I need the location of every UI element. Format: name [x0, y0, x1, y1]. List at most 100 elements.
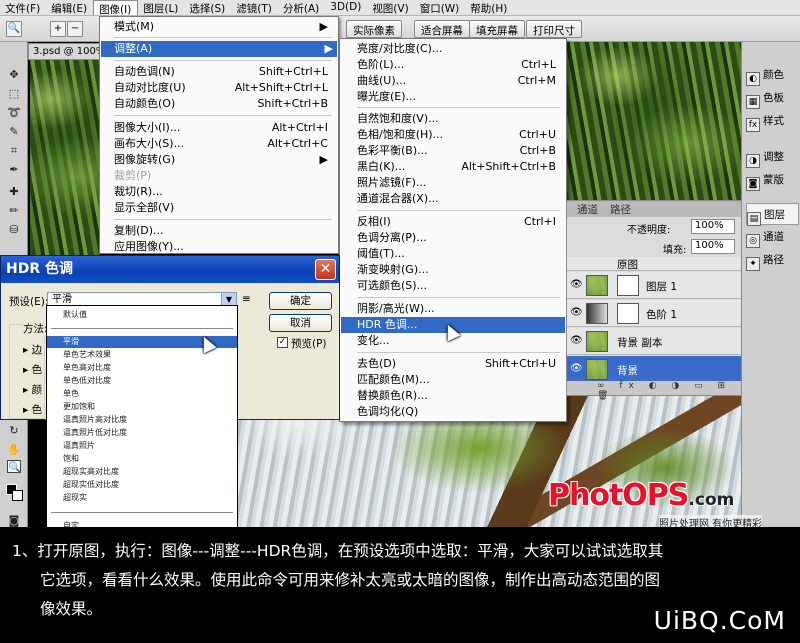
dock-adjustments[interactable]: ◑ 调整 — [746, 146, 799, 168]
rotate-view-icon[interactable]: ↻ — [7, 424, 21, 437]
menu-item-hue-saturation[interactable]: 色相/饱和度(H)... Ctrl+U — [357, 127, 560, 143]
menu-item-black-white[interactable]: 黑白(K)... Alt+Shift+Ctrl+B — [357, 159, 560, 175]
menu-item-replace-color[interactable]: 替换颜色(R)... — [357, 388, 560, 404]
menu-item-brightness[interactable]: 亮度/对比度(C)... — [357, 41, 560, 57]
fill-screen-button[interactable]: 填充屏幕 — [469, 20, 525, 38]
menu-filter[interactable]: 滤镜(T) — [231, 0, 278, 15]
layer-row-layer1[interactable]: 👁 图层 1 — [567, 272, 741, 299]
tab-channels[interactable]: 通道 — [571, 201, 604, 217]
hand-tool-icon[interactable]: ✋ — [7, 443, 21, 456]
menu-analysis[interactable]: 分析(A) — [278, 0, 325, 15]
menu-item-photo-filter[interactable]: 照片滤镜(F)... — [357, 175, 560, 191]
quick-mask-icon[interactable]: ◙ — [7, 514, 21, 527]
actual-pixels-button[interactable]: 实际像素 — [346, 20, 402, 38]
menu-edit[interactable]: 编辑(E) — [46, 0, 93, 15]
menu-item-selective-color[interactable]: 可选颜色(S)... — [357, 278, 560, 294]
menu-item-match-color[interactable]: 匹配颜色(M)... — [357, 372, 560, 388]
menu-window[interactable]: 窗口(W) — [415, 0, 466, 15]
preset-option[interactable]: 逼真照片 — [47, 440, 237, 452]
preset-option[interactable]: 更加饱和 — [47, 401, 237, 413]
quick-select-icon[interactable]: ✎ — [7, 125, 21, 138]
menu-item-apply-image[interactable]: 应用图像(Y)... — [114, 239, 332, 255]
menu-item-mode[interactable]: 模式(M) ▶ — [114, 19, 332, 35]
layer-row-background-copy[interactable]: 👁 背景 副本 — [567, 328, 741, 355]
preset-option[interactable]: 单色低对比度 — [47, 375, 237, 387]
menu-image[interactable]: 图像(I) — [93, 0, 139, 16]
clone-stamp-icon[interactable]: ⛁ — [7, 223, 21, 236]
menu-file[interactable]: 文件(F) — [0, 0, 46, 15]
menu-item-trim[interactable]: 裁切(R)... — [114, 184, 332, 200]
preset-option[interactable]: 超现实 — [47, 492, 237, 504]
move-tool-icon[interactable]: ✥ — [7, 68, 21, 81]
dock-layers[interactable]: ▤ 图层 — [746, 203, 799, 226]
preset-option[interactable]: 超现实高对比度 — [47, 466, 237, 478]
ok-button[interactable]: 确定 — [269, 292, 332, 310]
layer-row-levels1[interactable]: 👁 色阶 1 — [567, 300, 741, 327]
close-icon[interactable]: ✕ — [315, 259, 336, 280]
fill-input[interactable]: 100% — [691, 239, 735, 254]
section-toggle-2[interactable]: ▸ 色 — [23, 362, 42, 377]
menu-view[interactable]: 视图(V) — [367, 0, 414, 15]
menu-help[interactable]: 帮助(H) — [465, 0, 513, 15]
dock-swatches[interactable]: ▦ 色板 — [746, 87, 799, 109]
document-tab[interactable]: 3.psd @ 100% — [28, 43, 100, 60]
layer-row-background[interactable]: 👁 背景 — [567, 356, 741, 383]
menu-3d[interactable]: 3D(D) — [325, 0, 367, 15]
dock-color[interactable]: ◐ 颜色 — [746, 64, 799, 86]
menu-item-gradient-map[interactable]: 渐变映射(G)... — [357, 262, 560, 278]
eye-icon[interactable]: 👁 — [570, 363, 583, 375]
menu-item-levels[interactable]: 色阶(L)... Ctrl+L — [357, 57, 560, 73]
layers-footer-icons[interactable]: ∞ fx ◐ ◑ ▭ ⊞ 🗑 — [567, 381, 741, 401]
layer-row-original[interactable]: 原图 — [567, 257, 741, 271]
section-toggle-3[interactable]: ▸ 颜 — [23, 382, 42, 397]
preset-option[interactable]: 饱和 — [47, 453, 237, 465]
eyedropper-icon[interactable]: ✒ — [7, 163, 21, 176]
preset-option[interactable]: 单色高对比度 — [47, 362, 237, 374]
fit-screen-button[interactable]: 适合屏幕 — [414, 20, 470, 38]
crop-tool-icon[interactable]: ⌗ — [7, 144, 21, 157]
zoom-tool-icon-active[interactable]: 🔍 — [7, 460, 22, 474]
zoom-tool-icon[interactable]: 🔍 — [6, 21, 22, 37]
eye-icon[interactable]: 👁 — [570, 335, 583, 347]
section-toggle-1[interactable]: ▸ 边 — [23, 342, 42, 357]
menu-item-auto-tone[interactable]: 自动色调(N) Shift+Ctrl+L — [114, 64, 332, 80]
menu-layer[interactable]: 图层(L) — [138, 0, 184, 15]
brush-tool-icon[interactable]: ✏ — [7, 204, 21, 217]
dock-paths[interactable]: ✦ 路径 — [746, 249, 799, 271]
section-toggle-4[interactable]: ▸ 色 — [23, 402, 42, 417]
menu-item-color-balance[interactable]: 色彩平衡(B)... Ctrl+B — [357, 143, 560, 159]
menu-item-curves[interactable]: 曲线(U)... Ctrl+M — [357, 73, 560, 89]
menu-select[interactable]: 选择(S) — [184, 0, 231, 15]
preset-option[interactable]: 超现实低对比度 — [47, 479, 237, 491]
preset-option[interactable]: 默认值 — [47, 309, 237, 321]
zoom-out-icon[interactable]: − — [67, 21, 83, 37]
preset-option[interactable]: 单色 — [47, 388, 237, 400]
zoom-in-icon[interactable]: + — [50, 21, 66, 37]
marquee-tool-icon[interactable]: ⬚ — [7, 87, 21, 100]
background-color-swatch[interactable] — [12, 490, 23, 501]
menu-item-posterize[interactable]: 色调分离(P)... — [357, 230, 560, 246]
menu-item-desaturate[interactable]: 去色(D) Shift+Ctrl+U — [357, 356, 560, 372]
menu-item-rotate[interactable]: 图像旋转(G) ▶ — [114, 152, 332, 168]
eye-icon[interactable]: 👁 — [570, 279, 583, 291]
menu-item-canvas-size[interactable]: 画布大小(S)... Alt+Ctrl+C — [114, 136, 332, 152]
opacity-input[interactable]: 100% — [691, 219, 735, 234]
menu-item-channel-mixer[interactable]: 通道混合器(X)... — [357, 191, 560, 207]
menu-item-image-size[interactable]: 图像大小(I)... Alt+Ctrl+I — [114, 120, 332, 136]
menu-item-duplicate[interactable]: 复制(D)... — [114, 223, 332, 239]
dock-styles[interactable]: fx 样式 — [746, 110, 799, 132]
eye-icon[interactable]: 👁 — [570, 307, 583, 319]
preset-option[interactable]: 逼真照片低对比度 — [47, 427, 237, 439]
menu-item-vibrance[interactable]: 自然饱和度(V)... — [357, 111, 560, 127]
tab-paths[interactable]: 路径 — [604, 201, 637, 217]
preview-checkbox[interactable]: ✓ — [277, 337, 288, 348]
preset-option[interactable]: 逼真照片高对比度 — [47, 414, 237, 426]
menu-item-exposure[interactable]: 曝光度(E)... — [357, 89, 560, 105]
menu-item-reveal-all[interactable]: 显示全部(V) — [114, 200, 332, 216]
lasso-tool-icon[interactable]: ➰ — [7, 106, 21, 119]
menu-item-shadows-highlights[interactable]: 阴影/高光(W)... — [357, 301, 560, 317]
dock-masks[interactable]: ◙ 蒙版 — [746, 169, 799, 191]
menu-item-auto-color[interactable]: 自动颜色(O) Shift+Ctrl+B — [114, 96, 332, 112]
dock-channels[interactable]: ◎ 通道 — [746, 226, 799, 248]
print-size-button[interactable]: 打印尺寸 — [526, 20, 582, 38]
